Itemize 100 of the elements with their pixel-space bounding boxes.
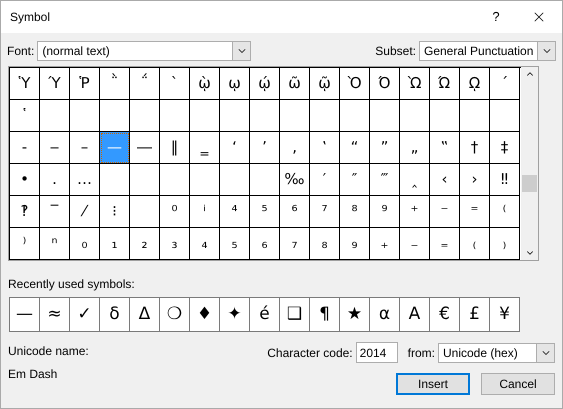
symbol-cell[interactable] (40, 100, 70, 132)
symbol-cell[interactable]: ‰ (280, 164, 310, 196)
symbol-cell[interactable]: ₁ (100, 228, 130, 260)
symbol-cell[interactable]: ⁸ (340, 196, 370, 228)
symbol-cell[interactable]: ⁱ (190, 196, 220, 228)
subset-dropdown[interactable]: General Punctuation (419, 41, 556, 61)
symbol-cell[interactable]: – (70, 132, 100, 164)
symbol-cell[interactable] (340, 100, 370, 132)
symbol-cell[interactable]: ⁻ (430, 196, 460, 228)
symbol-cell[interactable]: ⁾ (10, 228, 40, 260)
symbol-cell[interactable]: Ὸ (340, 68, 370, 100)
symbol-cell[interactable]: ῳ (220, 68, 250, 100)
symbol-cell[interactable]: ‒ (40, 132, 70, 164)
symbol-cell[interactable]: ⁄ (70, 196, 100, 228)
symbol-cell[interactable]: ₋ (400, 228, 430, 260)
symbol-cell[interactable] (220, 164, 250, 196)
symbol-cell[interactable]: Ὼ (400, 68, 430, 100)
symbol-cell[interactable]: ‗ (190, 132, 220, 164)
symbol-cell[interactable]: › (460, 164, 490, 196)
symbol-cell[interactable]: ⁴ (220, 196, 250, 228)
symbol-cell[interactable]: ₎ (490, 228, 520, 260)
symbol-cell[interactable]: ‽ (10, 196, 40, 228)
dialog-button[interactable]: Insert (396, 373, 470, 395)
font-dropdown[interactable]: (normal text) (37, 41, 252, 61)
symbol-cell[interactable] (400, 100, 430, 132)
symbol-cell[interactable]: ₇ (280, 228, 310, 260)
symbol-cell[interactable]: ⁷ (310, 196, 340, 228)
symbol-cell[interactable] (190, 164, 220, 196)
symbol-cell[interactable]: ⁺ (400, 196, 430, 228)
symbol-cell[interactable]: • (10, 164, 40, 196)
symbol-cell[interactable]: ― (130, 132, 160, 164)
symbol-cell[interactable]: ₈ (310, 228, 340, 260)
symbol-cell[interactable]: ″ (340, 164, 370, 196)
symbol-cell[interactable]: ´ (490, 68, 520, 100)
symbol-cell[interactable]: ‾ (40, 196, 70, 228)
symbol-cell[interactable]: ΅ (130, 68, 160, 100)
symbol-cell[interactable] (250, 164, 280, 196)
symbol-cell[interactable] (130, 100, 160, 132)
symbol-cell[interactable]: ₂ (130, 228, 160, 260)
symbol-cell[interactable]: ₌ (430, 228, 460, 260)
symbol-cell[interactable] (130, 164, 160, 196)
dialog-button[interactable]: Cancel (481, 373, 555, 395)
symbol-cell[interactable]: ῷ (310, 68, 340, 100)
symbol-cell[interactable]: ῶ (280, 68, 310, 100)
symbol-cell[interactable]: ῲ (190, 68, 220, 100)
symbol-cell[interactable]: ‘ (220, 132, 250, 164)
symbol-cell[interactable]: Ώ (430, 68, 460, 100)
symbol-cell[interactable]: ₃ (160, 228, 190, 260)
symbol-cell[interactable]: ⁼ (460, 196, 490, 228)
symbol-cell[interactable] (70, 100, 100, 132)
character-code-field[interactable]: 2014 (356, 342, 398, 363)
symbol-cell[interactable]: … (70, 164, 100, 196)
symbol-cell[interactable]: ₊ (370, 228, 400, 260)
symbol-cell[interactable]: ₆ (250, 228, 280, 260)
symbol-cell[interactable]: ⁿ (40, 228, 70, 260)
symbol-cell[interactable] (190, 100, 220, 132)
symbol-cell[interactable]: ⁵ (250, 196, 280, 228)
symbol-cell[interactable] (370, 100, 400, 132)
symbol-cell[interactable] (430, 100, 460, 132)
symbol-cell[interactable] (250, 100, 280, 132)
symbol-cell[interactable]: Ό (370, 68, 400, 100)
symbol-cell[interactable] (490, 100, 520, 132)
symbol-cell[interactable]: ‹ (430, 164, 460, 196)
symbol-cell[interactable]: ‟ (430, 132, 460, 164)
symbol-cell[interactable]: „ (400, 132, 430, 164)
symbol-cell[interactable]: ₍ (460, 228, 490, 260)
symbol-cell[interactable] (310, 100, 340, 132)
symbol-cell[interactable] (100, 100, 130, 132)
scroll-thumb[interactable] (522, 175, 537, 192)
symbol-cell[interactable]: ‼ (490, 164, 520, 196)
help-button[interactable]: ? (476, 1, 516, 33)
symbol-cell[interactable]: Ὑ (10, 68, 40, 100)
symbol-cell[interactable]: ‖ (160, 132, 190, 164)
symbol-cell[interactable]: ‡ (490, 132, 520, 164)
symbol-cell[interactable]: ‴ (370, 164, 400, 196)
symbol-cell[interactable]: ῾ (10, 100, 40, 132)
symbol-cell[interactable]: ₀ (70, 228, 100, 260)
symbol-cell[interactable]: ῴ (250, 68, 280, 100)
symbol-cell[interactable]: ⁝ (100, 196, 130, 228)
symbol-cell[interactable]: ’ (250, 132, 280, 164)
scrollbar[interactable] (521, 67, 538, 260)
symbol-cell[interactable]: Ύ (40, 68, 70, 100)
symbol-cell[interactable] (160, 164, 190, 196)
symbol-cell[interactable]: ⁰ (160, 196, 190, 228)
symbol-cell[interactable]: ‛ (310, 132, 340, 164)
symbol-cell[interactable]: ` (160, 68, 190, 100)
symbol-cell[interactable]: ‐ (10, 132, 40, 164)
symbol-cell[interactable]: ․ (40, 164, 70, 196)
symbol-cell[interactable] (130, 196, 160, 228)
symbol-cell[interactable]: ⁶ (280, 196, 310, 228)
symbol-cell[interactable]: † (460, 132, 490, 164)
symbol-cell[interactable] (280, 100, 310, 132)
symbol-cell[interactable]: ‚ (280, 132, 310, 164)
symbol-cell[interactable]: “ (340, 132, 370, 164)
symbol-cell[interactable]: ῼ (460, 68, 490, 100)
symbol-cell[interactable]: ₅ (220, 228, 250, 260)
from-dropdown[interactable]: Unicode (hex) (438, 342, 555, 362)
symbol-cell[interactable]: ῭ (100, 68, 130, 100)
symbol-cell[interactable] (460, 100, 490, 132)
symbol-cell[interactable]: ” (370, 132, 400, 164)
